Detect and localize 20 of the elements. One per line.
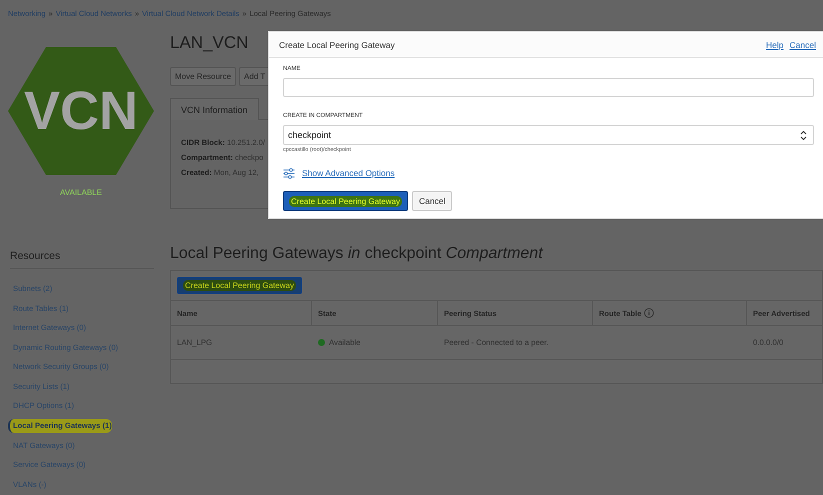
vcn-logo: VCN — [8, 47, 154, 175]
info-tab[interactable]: VCN Information — [170, 98, 259, 120]
action-button[interactable]: Add T — [239, 67, 270, 86]
dialog-title: Create Local Peering Gateway — [279, 40, 395, 50]
dialog-link[interactable]: Cancel — [790, 40, 816, 50]
resource-title: LAN_VCN — [170, 33, 248, 54]
action-button[interactable]: Move Resource — [170, 67, 236, 86]
updown-icon — [800, 130, 807, 140]
section-heading: Local Peering Gateways in checkpoint Compartment — [170, 245, 544, 264]
create-button[interactable]: Create Local Peering Gateway — [283, 191, 408, 211]
name-field[interactable] — [283, 78, 814, 97]
sliders-icon[interactable] — [283, 168, 295, 178]
info-icon[interactable] — [644, 308, 654, 318]
cancel-button[interactable]: Cancel — [412, 191, 452, 211]
compartment-select[interactable]: checkpoint — [283, 125, 814, 145]
resources-heading: Resources — [10, 250, 154, 269]
resource-status: AVAILABLE — [59, 188, 103, 197]
advanced-options-link[interactable]: Show Advanced Options — [302, 168, 395, 178]
create-button[interactable]: Create Local Peering Gateway — [177, 277, 302, 294]
dialog-link[interactable]: Help — [766, 40, 784, 50]
